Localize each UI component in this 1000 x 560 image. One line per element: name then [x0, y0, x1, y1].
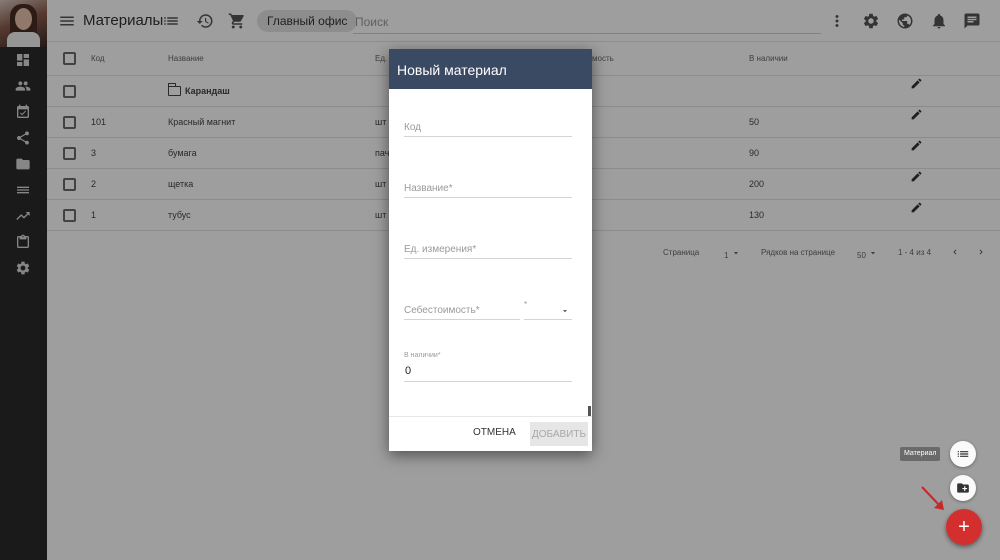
- dialog-actions: ОТМЕНА ДОБАВИТЬ: [389, 416, 592, 451]
- code-label: Код: [404, 122, 422, 133]
- fab-tooltip: Материал: [900, 447, 941, 461]
- currency-required-mark: *: [524, 300, 528, 309]
- add-folder-fab[interactable]: [950, 475, 976, 501]
- add-fab[interactable]: +: [946, 509, 982, 545]
- chevron-down-icon: [562, 310, 568, 313]
- create-folder-icon: [957, 483, 969, 493]
- stock-label: В наличии*: [404, 352, 441, 359]
- pointer-arrow-icon: [921, 486, 944, 510]
- dialog-scrollbar[interactable]: [588, 406, 591, 416]
- add-material-fab[interactable]: [950, 441, 976, 467]
- cancel-button[interactable]: ОТМЕНА: [473, 427, 516, 438]
- add-button[interactable]: ДОБАВИТЬ: [530, 422, 588, 446]
- new-material-dialog: Новый материал Код Название* Ед. измерен…: [389, 49, 592, 451]
- unit-label: Ед. измерения*: [404, 244, 477, 255]
- stock-value[interactable]: 0: [405, 365, 411, 377]
- name-label: Название*: [404, 183, 453, 194]
- list-icon: [957, 451, 969, 457]
- dialog-title: Новый материал: [389, 49, 592, 89]
- cost-label: Себестоимость*: [404, 305, 480, 316]
